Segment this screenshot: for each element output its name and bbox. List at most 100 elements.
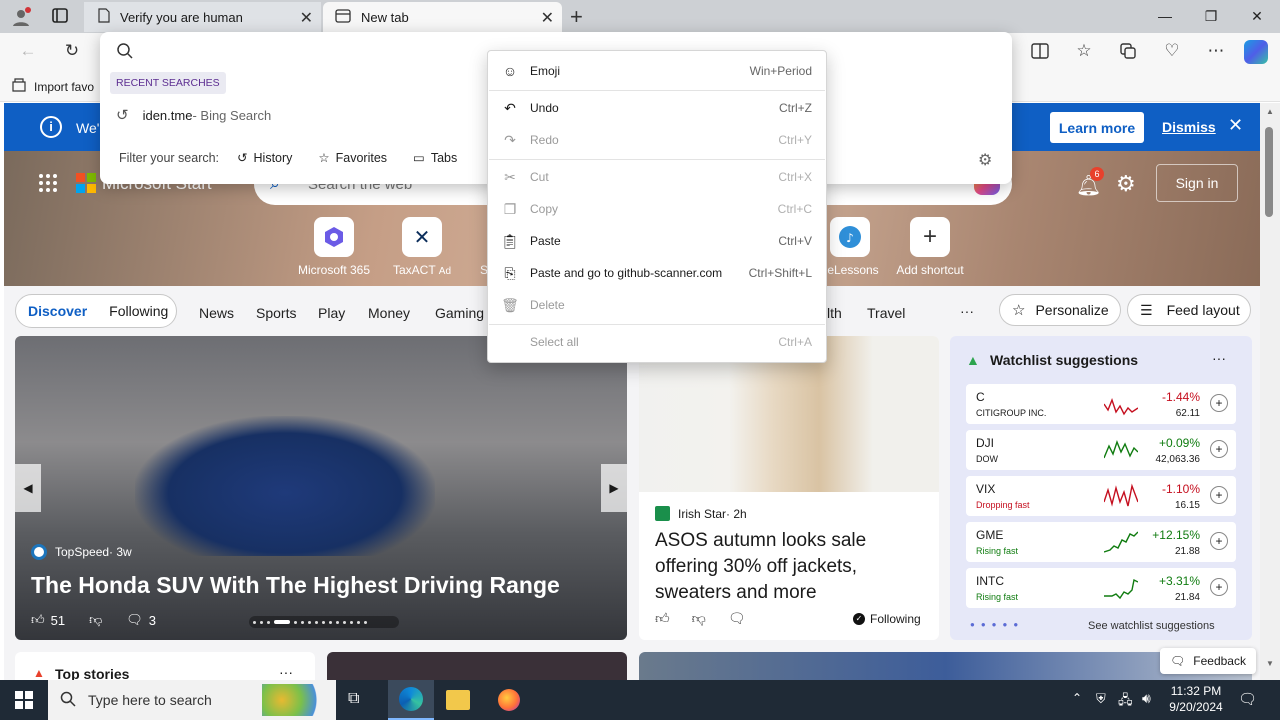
menu-item-paste[interactable]: 📋︎ Paste Ctrl+V — [488, 226, 826, 256]
dismiss-link[interactable]: Dismiss — [1162, 119, 1216, 135]
close-icon[interactable]: ✕ — [1228, 115, 1243, 136]
more-options-icon[interactable]: ··· — [1212, 350, 1226, 366]
network-icon[interactable]: 🖧︎ — [1118, 691, 1133, 713]
thumbs-up-icon[interactable]: 👍︎ — [655, 610, 670, 627]
menu-item-select-all[interactable]: Select all Ctrl+A — [488, 327, 826, 357]
nav-sports[interactable]: Sports — [256, 305, 296, 321]
learn-more-button[interactable]: Learn more — [1050, 112, 1144, 143]
browser-essentials-icon[interactable]: ♡ — [1156, 35, 1188, 67]
hero-story-card[interactable]: ◀ ▶ TopSpeed · 3w The Honda SUV With The… — [15, 336, 627, 640]
task-view-icon[interactable]: ⧉ — [348, 690, 359, 708]
profile-icon[interactable] — [10, 6, 32, 28]
tab-discover[interactable]: Discover — [28, 303, 87, 319]
sparkline-chart — [1104, 483, 1138, 507]
watchlist-row[interactable]: VIX Dropping fast -1.10% 16.15 + — [966, 476, 1236, 516]
thumbs-down-icon[interactable]: 👎︎ — [89, 612, 102, 628]
menu-item-undo[interactable]: ↶ Undo Ctrl+Z — [488, 93, 826, 123]
settings-gear-icon[interactable]: ⚙ — [1116, 171, 1136, 197]
add-icon[interactable]: + — [1210, 440, 1228, 458]
nav-play[interactable]: Play — [318, 305, 345, 321]
nav-health[interactable]: lth — [827, 305, 842, 321]
favorites-icon[interactable]: ☆ — [1068, 35, 1100, 67]
sign-in-button[interactable]: Sign in — [1156, 164, 1238, 202]
feedback-button[interactable]: 🗨︎ Feedback — [1160, 648, 1256, 674]
nav-news[interactable]: News — [199, 305, 234, 321]
pager-dots[interactable]: ●●●●● — [970, 620, 1024, 629]
tab-verify[interactable]: Verify you are human ✕ — [84, 2, 321, 32]
restore-button[interactable]: ❐ — [1188, 0, 1234, 32]
more-options-icon[interactable]: ··· — [279, 664, 293, 680]
thumbs-down-icon[interactable]: 👎︎ — [692, 610, 706, 627]
scrollbar-thumb[interactable] — [1265, 127, 1273, 217]
menu-item-redo[interactable]: ↷ Redo Ctrl+Y — [488, 125, 826, 155]
personalize-button[interactable]: ☆ Personalize — [999, 294, 1121, 326]
clock[interactable]: 11:32 PM 9/20/2024 — [1164, 683, 1228, 715]
nav-gaming[interactable]: Gaming — [435, 305, 484, 321]
menu-item-paste-and-go[interactable]: ⎘ Paste and go to github-scanner.com Ctr… — [488, 258, 826, 288]
tab-following[interactable]: Following — [109, 303, 168, 319]
more-menu-icon[interactable]: ⋯ — [1200, 35, 1232, 67]
notification-center-icon[interactable]: 🗨︎ — [1238, 690, 1257, 708]
close-window-button[interactable]: ✕ — [1234, 0, 1280, 32]
prev-arrow-button[interactable]: ◀ — [15, 464, 41, 512]
next-arrow-button[interactable]: ▶ — [601, 464, 627, 512]
close-icon[interactable]: ✕ — [541, 8, 554, 28]
new-tab-button[interactable]: + — [570, 4, 583, 30]
copilot-icon[interactable] — [1244, 40, 1268, 64]
filter-favorites[interactable]: ☆ Favorites — [318, 150, 387, 166]
apps-grid-icon[interactable] — [38, 173, 58, 193]
add-icon[interactable]: + — [1210, 486, 1228, 504]
volume-icon[interactable]: 🔊︎ — [1142, 690, 1151, 707]
feed-layout-button[interactable]: ☰ Feed layout — [1127, 294, 1251, 326]
watchlist-row[interactable]: C CITIGROUP INC. -1.44% 62.11 + — [966, 384, 1236, 424]
nav-money[interactable]: Money — [368, 305, 410, 321]
address-input[interactable] — [140, 38, 480, 64]
hero-headline[interactable]: The Honda SUV With The Highest Driving R… — [31, 572, 560, 599]
comment-icon[interactable]: 🗨︎ — [126, 612, 143, 628]
firefox-icon[interactable] — [498, 689, 520, 711]
watchlist-row[interactable]: GME Rising fast +12.15% 21.88 + — [966, 522, 1236, 562]
shortcut-microsoft-365[interactable]: Microsoft 365 — [294, 217, 374, 277]
taskbar-search-box[interactable]: Type here to search — [48, 680, 336, 720]
story-card-asos[interactable]: Irish Star · 2h ASOS autumn looks sale o… — [639, 336, 939, 640]
filter-history[interactable]: ↺ History — [237, 150, 292, 166]
minimize-button[interactable]: — — [1142, 0, 1188, 32]
start-button[interactable] — [0, 680, 48, 720]
menu-item-cut[interactable]: ✂ Cut Ctrl+X — [488, 162, 826, 192]
tray-chevron-icon[interactable]: ⌃ — [1072, 691, 1082, 705]
menu-item-copy[interactable]: ❐ Copy Ctrl+C — [488, 194, 826, 224]
tab-actions-icon[interactable] — [50, 7, 70, 25]
shortcut-taxact[interactable]: ✕ TaxACT Ad — [382, 217, 462, 277]
add-shortcut[interactable]: + Add shortcut — [890, 217, 970, 277]
file-explorer-icon[interactable] — [446, 690, 470, 710]
watchlist-row[interactable]: DJI DOW +0.09% 42,063.36 + — [966, 430, 1236, 470]
collections-icon[interactable] — [1112, 35, 1144, 67]
back-icon[interactable]: ← — [12, 35, 44, 67]
close-icon[interactable]: ✕ — [300, 8, 313, 28]
split-screen-icon[interactable] — [1024, 35, 1056, 67]
tab-new-tab[interactable]: New tab ✕ — [323, 2, 562, 32]
see-watchlist-link[interactable]: See watchlist suggestions — [1088, 620, 1215, 632]
settings-gear-icon[interactable]: ⚙ — [978, 150, 992, 170]
recent-search-item[interactable]: ↺ iden.tme - Bing Search — [100, 102, 486, 128]
comment-icon[interactable]: 🗨︎ — [728, 610, 746, 627]
import-favorites[interactable]: Import favo — [12, 78, 94, 95]
refresh-icon[interactable]: ↻ — [56, 35, 88, 67]
add-icon[interactable]: + — [1210, 578, 1228, 596]
nav-more-icon[interactable]: ··· — [960, 303, 974, 319]
story-card-map[interactable] — [327, 652, 627, 680]
filter-tabs[interactable]: ▭ Tabs — [413, 150, 457, 166]
thumbs-up-icon[interactable]: 👍︎ — [31, 612, 45, 628]
nav-travel[interactable]: Travel — [867, 305, 905, 321]
following-indicator[interactable]: ✓ Following — [853, 612, 921, 626]
edge-taskbar-icon[interactable] — [388, 680, 434, 720]
add-icon[interactable]: + — [1210, 532, 1228, 550]
add-icon[interactable]: + — [1210, 394, 1228, 412]
import-icon — [12, 78, 26, 95]
menu-item-emoji[interactable]: ☺ Emoji Win+Period — [488, 56, 826, 86]
story-headline[interactable]: ASOS autumn looks sale offering 30% off … — [655, 528, 925, 606]
menu-item-delete[interactable]: 🗑︎ Delete — [488, 290, 826, 320]
page-scrollbar[interactable]: ▲ ▼ — [1260, 103, 1280, 680]
watchlist-row[interactable]: INTC Rising fast +3.31% 21.84 + — [966, 568, 1236, 608]
carousel-dots[interactable] — [249, 616, 399, 628]
